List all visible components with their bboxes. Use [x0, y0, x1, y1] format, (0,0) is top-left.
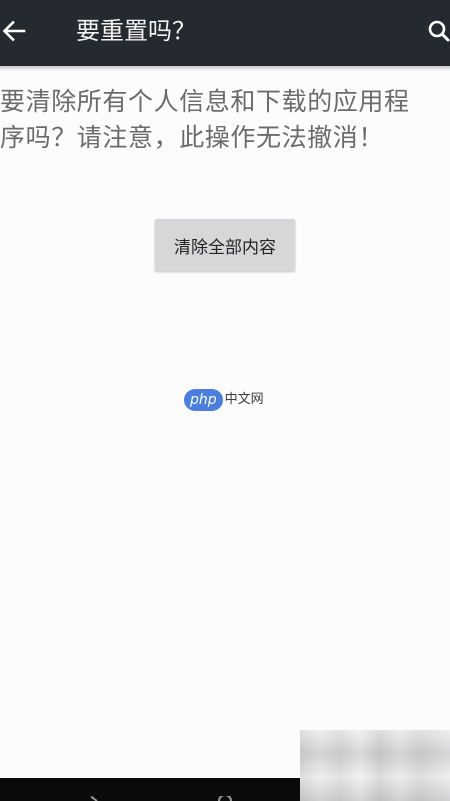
action-bar-shadow — [0, 66, 450, 71]
nav-home-icon[interactable] — [218, 796, 232, 801]
watermark-badge: php — [184, 389, 223, 411]
action-bar: 要重置吗？ — [0, 0, 450, 66]
search-icon — [428, 20, 450, 42]
watermark-text: 中文网 — [224, 392, 264, 407]
php-watermark: php 中文网 — [184, 389, 264, 413]
search-button[interactable] — [424, 13, 450, 49]
erase-everything-button[interactable]: 清除全部内容 — [155, 219, 295, 271]
reset-warning-message: 要清除所有个人信息和下载的应用程 序吗？请注意，此操作无法撤消！ — [0, 84, 450, 156]
page-title: 要重置吗？ — [76, 17, 196, 45]
blurred-corner-overlay — [300, 730, 450, 801]
reset-warning-line-2: 序吗？请注意，此操作无法撤消！ — [0, 123, 385, 152]
arrow-left-icon — [2, 20, 26, 42]
nav-back-icon[interactable] — [86, 796, 98, 801]
reset-warning-line-1: 要清除所有个人信息和下载的应用程 — [0, 87, 410, 116]
back-button[interactable] — [0, 13, 36, 49]
